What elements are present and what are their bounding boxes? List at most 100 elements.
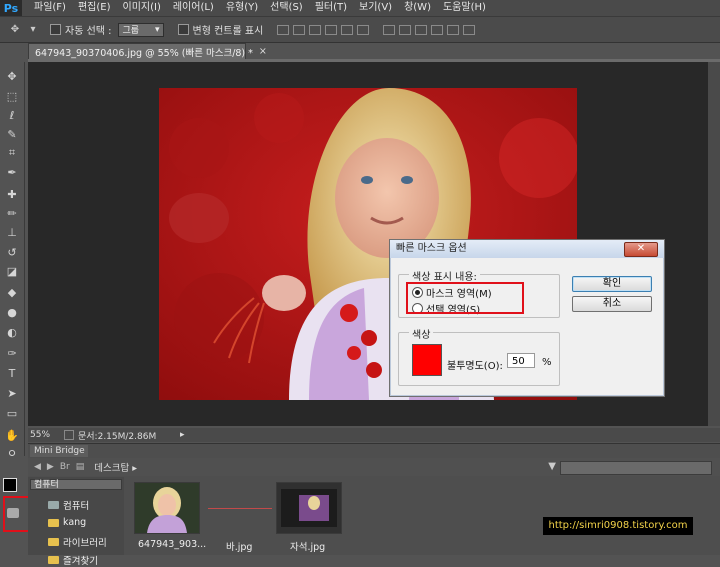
- hand-icon[interactable]: ✋: [4, 427, 20, 443]
- status-icon[interactable]: [64, 430, 74, 440]
- bridge-icon[interactable]: Br: [60, 462, 70, 472]
- tree-item-label: 라이브러리: [63, 538, 107, 549]
- menu-filter[interactable]: 필터(T): [309, 0, 353, 16]
- bucket-icon[interactable]: ◆: [4, 284, 20, 300]
- align-hcenter-icon[interactable]: [341, 24, 354, 35]
- type-icon[interactable]: T: [4, 365, 20, 381]
- color-indicates-label: 색상 표시 내용:: [409, 268, 480, 283]
- mini-bridge-toolbar: ◀ ▶ Br ▤ 데스크탑 ▸ ▼: [28, 458, 720, 476]
- eyedropper-icon[interactable]: ✒: [4, 164, 20, 180]
- location-dropdown[interactable]: 컴퓨터: [30, 479, 122, 490]
- thumbnail-3[interactable]: [276, 482, 342, 534]
- bridge-navigation: 컴퓨터 컴퓨터 kang 라이브러리 즐겨찾기: [28, 477, 124, 567]
- brush-icon[interactable]: ✏: [4, 205, 20, 221]
- menu-view[interactable]: 보기(V): [353, 0, 398, 16]
- align-right-icon[interactable]: [357, 24, 370, 35]
- distribute-right-icon[interactable]: [463, 24, 476, 35]
- chevron-down-icon[interactable]: ▾: [24, 22, 42, 38]
- menu-layer[interactable]: 레이어(L): [167, 0, 220, 16]
- vertical-scrollbar[interactable]: [708, 62, 720, 426]
- shape-icon[interactable]: ▭: [4, 405, 20, 421]
- auto-select-value: 그룹: [122, 26, 140, 36]
- pen-icon[interactable]: ✑: [4, 345, 20, 361]
- move-tool-preset-icon[interactable]: ✥: [6, 22, 24, 38]
- transform-controls-checkbox[interactable]: [177, 24, 189, 35]
- ok-button[interactable]: 확인: [572, 276, 652, 292]
- tree-item-library[interactable]: 라이브러리: [48, 535, 107, 549]
- healing-icon[interactable]: ✚: [4, 186, 20, 202]
- tree-item-favorites[interactable]: 즐겨찾기: [48, 553, 98, 567]
- blur-icon[interactable]: ●: [4, 304, 20, 320]
- blog-watermark: http://simri0908.tistory.com: [543, 517, 693, 535]
- dialog-title: 빠른 마스크 옵션: [390, 240, 664, 258]
- tree-item-computer[interactable]: 컴퓨터: [48, 498, 89, 512]
- menu-select[interactable]: 선택(S): [264, 0, 309, 16]
- thumbnail-2-label: 바.jpg: [226, 542, 253, 553]
- tree-item-label: 즐겨찾기: [63, 556, 98, 567]
- marquee-icon[interactable]: ⬚: [4, 88, 20, 104]
- align-vcenter-icon[interactable]: [293, 24, 306, 35]
- filter-icon[interactable]: ▼: [548, 461, 556, 472]
- stamp-icon[interactable]: ⊥: [4, 224, 20, 240]
- move-icon[interactable]: ✥: [4, 68, 20, 84]
- menu-window[interactable]: 창(W): [398, 0, 437, 16]
- chevron-down-icon: ▾: [155, 24, 160, 35]
- eraser-icon[interactable]: ◪: [4, 263, 20, 279]
- align-left-icon[interactable]: [325, 24, 338, 35]
- tree-item-label: kang: [63, 517, 87, 528]
- menu-help[interactable]: 도움말(H): [437, 0, 492, 16]
- distribute-vcenter-icon[interactable]: [399, 24, 412, 35]
- menu-bar: Ps 파일(F) 편집(E) 이미지(I) 레이어(L) 유형(Y) 선택(S)…: [0, 0, 720, 17]
- folder-icon: [48, 518, 59, 527]
- thumbnail-2[interactable]: [208, 508, 272, 509]
- status-bar: 55% 문서:2.15M/2.86M ▸: [28, 428, 720, 442]
- lasso-icon[interactable]: ℓ: [4, 107, 20, 123]
- back-icon[interactable]: ◀: [34, 462, 41, 472]
- menu-type[interactable]: 유형(Y): [220, 0, 264, 16]
- close-icon[interactable]: ×: [259, 46, 267, 57]
- menu-edit[interactable]: 편집(E): [72, 0, 117, 16]
- tree-item-kang[interactable]: kang: [48, 517, 86, 528]
- mask-color-swatch[interactable]: [412, 344, 442, 376]
- bridge-search-input[interactable]: [560, 461, 712, 475]
- opacity-input[interactable]: 50: [507, 353, 535, 368]
- align-top-icon[interactable]: [277, 24, 290, 35]
- forward-icon[interactable]: ▶: [47, 462, 54, 472]
- quick-mask-options-dialog: 빠른 마스크 옵션 ✕ 색상 표시 내용: 마스크 영역(M) 선택 영역(S)…: [389, 239, 665, 397]
- thumbnail-1[interactable]: [134, 482, 200, 534]
- distribute-bottom-icon[interactable]: [415, 24, 428, 35]
- thumbnail-3-label: 자석.jpg: [290, 542, 326, 553]
- bridge-path[interactable]: 데스크탑 ▸: [94, 460, 137, 474]
- photoshop-logo: Ps: [0, 0, 22, 16]
- close-button[interactable]: ✕: [624, 242, 658, 257]
- transform-controls-label: 변형 컨트롤 표시: [192, 26, 264, 37]
- crop-icon[interactable]: ⌗: [4, 145, 20, 161]
- menu-image[interactable]: 이미지(I): [117, 0, 167, 16]
- dodge-icon[interactable]: ◐: [4, 324, 20, 340]
- folder-icon: [48, 556, 59, 564]
- foreground-color-swatch[interactable]: [3, 478, 17, 492]
- distribute-hcenter-icon[interactable]: [447, 24, 460, 35]
- menu-file[interactable]: 파일(F): [28, 0, 72, 16]
- tools-panel: ✥ ⬚ ℓ ✎ ⌗ ✒ ✚ ✏ ⊥ ↺ ◪ ◆ ● ◐ ✑ T ➤ ▭ ✋ ⚲: [0, 62, 25, 461]
- opacity-unit: %: [542, 357, 552, 368]
- auto-select-label: 자동 선택 :: [65, 26, 112, 37]
- cancel-button[interactable]: 취소: [572, 296, 652, 312]
- opacity-label: 불투명도(O):: [447, 361, 503, 372]
- path-select-icon[interactable]: ➤: [4, 385, 20, 401]
- distribute-top-icon[interactable]: [383, 24, 396, 35]
- mini-bridge-tab[interactable]: Mini Bridge: [30, 445, 88, 457]
- auto-select-checkbox[interactable]: [50, 24, 61, 35]
- history-brush-icon[interactable]: ↺: [4, 244, 20, 260]
- document-tab-title: 647943_90370406.jpg @ 55% (빠른 마스크/8) *: [35, 47, 253, 59]
- tree-item-label: 컴퓨터: [63, 501, 90, 512]
- align-bottom-icon[interactable]: [309, 24, 322, 35]
- view-icon[interactable]: ▤: [76, 462, 85, 472]
- document-tab[interactable]: 647943_90370406.jpg @ 55% (빠른 마스크/8) * ×: [28, 43, 267, 59]
- auto-select-dropdown[interactable]: 그룹 ▾: [117, 22, 164, 37]
- quick-select-icon[interactable]: ✎: [4, 126, 20, 142]
- zoom-level[interactable]: 55%: [28, 430, 60, 440]
- menu-list: 파일(F) 편집(E) 이미지(I) 레이어(L) 유형(Y) 선택(S) 필터…: [28, 0, 492, 16]
- status-menu-arrow[interactable]: ▸: [180, 430, 185, 440]
- distribute-left-icon[interactable]: [431, 24, 444, 35]
